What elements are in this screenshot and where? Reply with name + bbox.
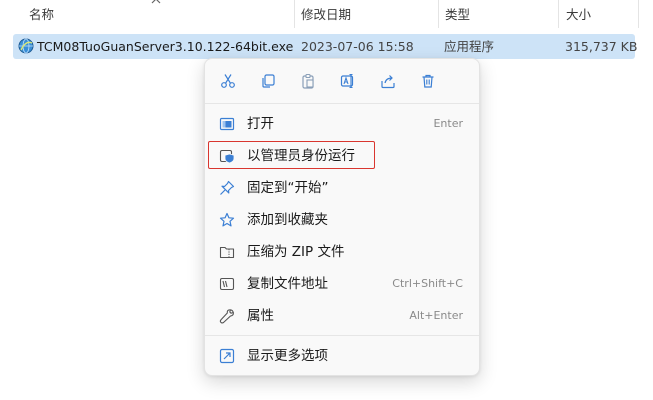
context-menu: 打开 Enter 以管理员身份运行 固定到“开始” 添加到收藏夹 压缩为 ZIP… [204,58,480,376]
pin-icon [220,180,235,195]
column-header: 名称 修改日期 类型 大小 [0,0,653,30]
rename-button[interactable] [336,69,360,93]
copy-button[interactable] [256,69,280,93]
wrench-icon [219,309,234,324]
menu-item-run-as-admin[interactable]: 以管理员身份运行 [209,142,475,170]
copy-path-icon [219,277,235,291]
star-icon [219,212,235,227]
zip-folder-icon [219,246,235,259]
menu-item-label: 压缩为 ZIP 文件 [247,244,345,260]
menu-item-show-more-options[interactable]: 显示更多选项 [209,342,475,370]
share-icon [381,75,395,89]
app-globe-icon [18,38,34,54]
column-divider[interactable] [638,0,639,28]
paste-icon [302,73,314,89]
delete-icon [422,74,434,88]
column-modified[interactable]: 修改日期 [301,6,351,24]
file-modified: 2023-07-06 15:58 [301,39,414,54]
column-name[interactable]: 名称 [29,6,54,24]
more-options-icon [219,348,235,364]
menu-item-label: 显示更多选项 [247,348,328,364]
menu-item-properties[interactable]: 属性 Alt+Enter [209,302,475,330]
menu-item-pin-to-start[interactable]: 固定到“开始” [209,174,475,202]
copy-icon [262,74,275,88]
menu-item-shortcut: Alt+Enter [409,309,463,322]
column-divider[interactable] [294,0,295,28]
menu-item-label: 以管理员身份运行 [247,148,355,164]
file-size: 315,737 KB [565,39,638,54]
rename-icon [340,73,354,89]
open-window-icon [219,117,235,131]
menu-item-label: 固定到“开始” [247,180,329,196]
column-type[interactable]: 类型 [445,6,470,24]
paste-button[interactable] [296,69,320,93]
menu-item-label: 打开 [247,116,274,132]
menu-item-label: 属性 [247,308,274,324]
column-divider[interactable] [438,0,439,28]
file-type: 应用程序 [444,39,495,54]
menu-divider [205,103,479,104]
share-button[interactable] [376,69,400,93]
delete-button[interactable] [416,69,440,93]
menu-item-open[interactable]: 打开 Enter [209,110,475,138]
cut-button[interactable] [216,69,240,93]
column-divider[interactable] [558,0,559,28]
menu-item-shortcut: Ctrl+Shift+C [392,277,463,290]
sort-ascending-icon[interactable] [151,0,161,4]
column-size[interactable]: 大小 [566,6,591,24]
shield-admin-icon [219,149,235,164]
file-row-selected[interactable]: TCM08TuoGuanServer3.10.122-64bit.exe 202… [13,34,638,59]
menu-item-label: 添加到收藏夹 [247,212,328,228]
file-name[interactable]: TCM08TuoGuanServer3.10.122-64bit.exe [37,38,293,55]
menu-item-add-to-favorites[interactable]: 添加到收藏夹 [209,206,475,234]
cut-icon [221,74,235,88]
menu-divider [205,335,479,336]
menu-item-compress-zip[interactable]: 压缩为 ZIP 文件 [209,238,475,266]
menu-item-shortcut: Enter [433,117,463,130]
quick-action-bar [205,59,479,103]
menu-item-copy-path[interactable]: 复制文件地址 Ctrl+Shift+C [209,270,475,298]
menu-item-label: 复制文件地址 [247,276,328,292]
